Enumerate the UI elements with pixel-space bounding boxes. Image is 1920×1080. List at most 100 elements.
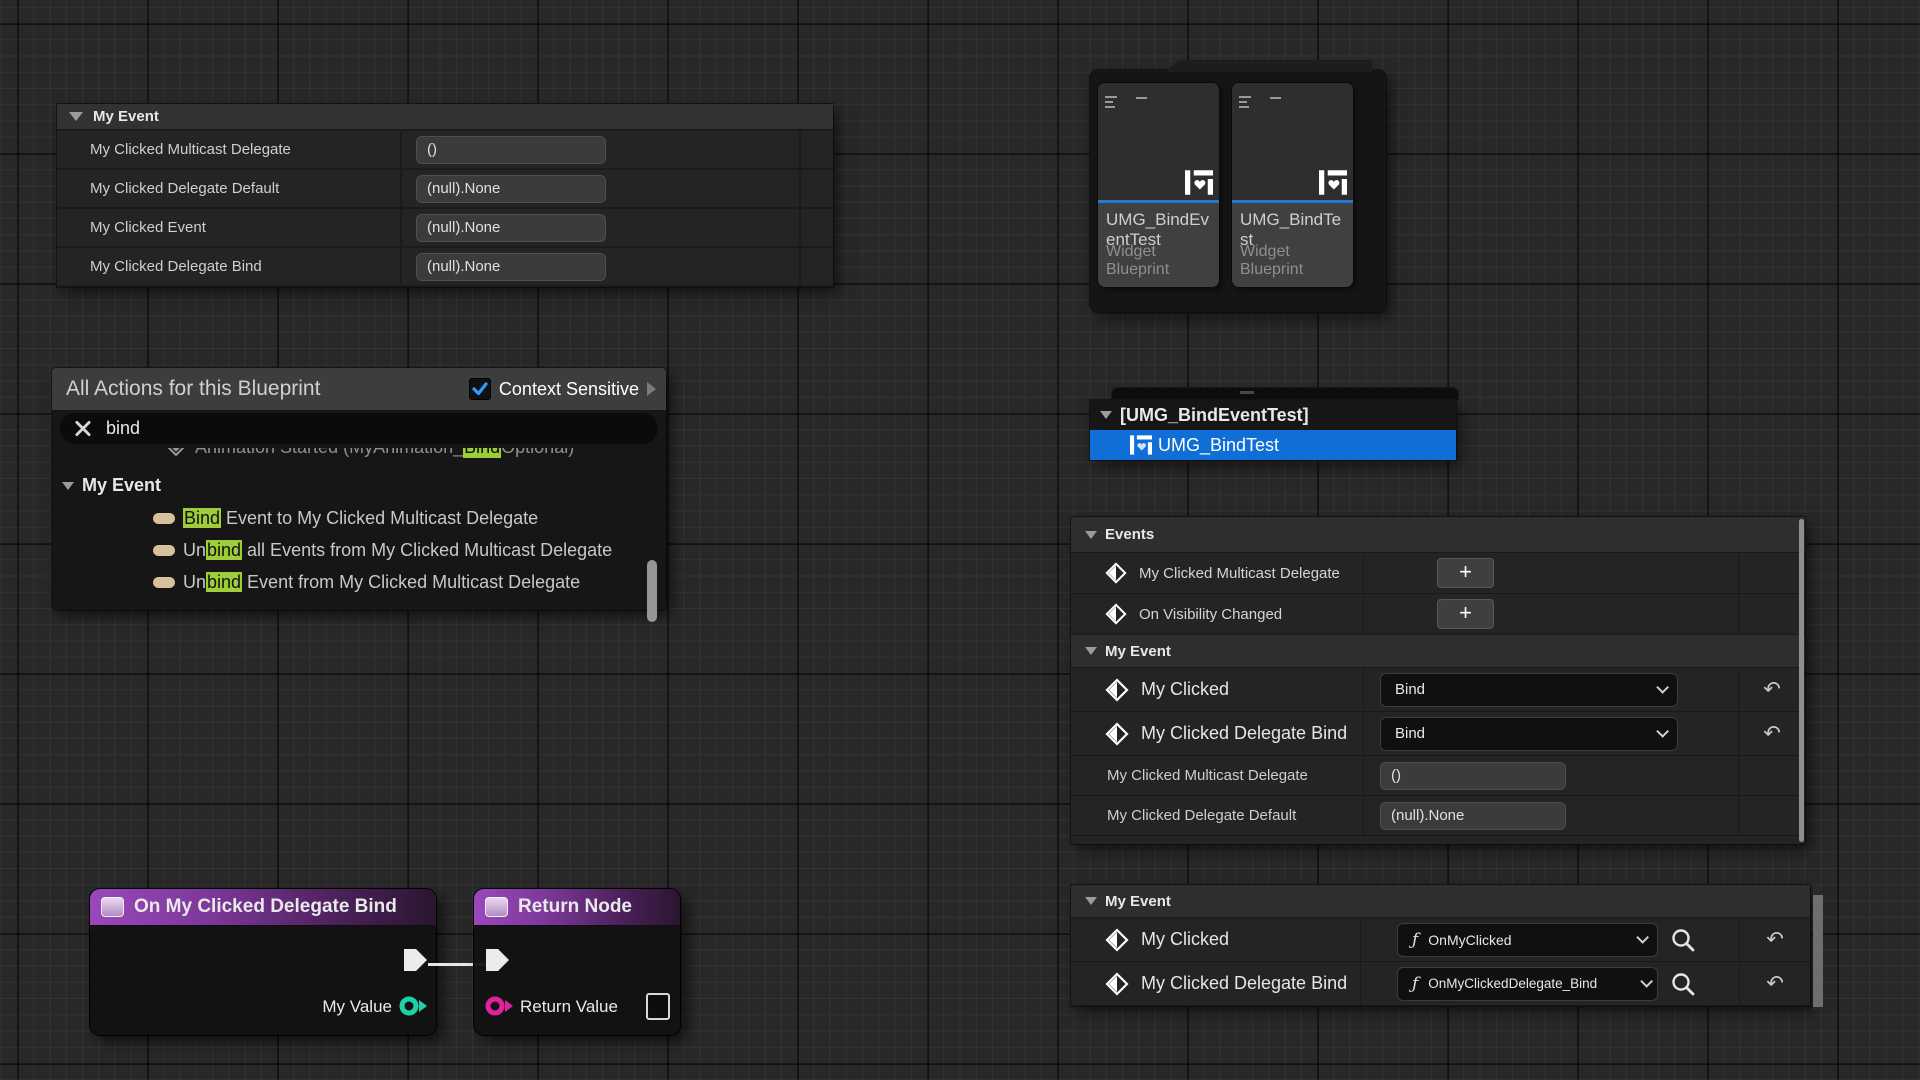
collapse-arrow-icon[interactable] bbox=[62, 482, 74, 490]
my-event-section-label: My Event bbox=[1105, 643, 1171, 660]
context-sensitive-checkbox[interactable] bbox=[469, 378, 491, 400]
action-category-header[interactable]: My Event bbox=[52, 469, 666, 502]
expander-arrow-icon[interactable] bbox=[647, 382, 656, 396]
details-scrollbar[interactable] bbox=[1799, 519, 1804, 842]
delegate-pin-icon bbox=[1105, 562, 1127, 584]
function-dropdown[interactable]: ƒ OnMyClicked bbox=[1397, 923, 1658, 957]
my-event-section-label: My Event bbox=[1105, 893, 1171, 910]
input-pin-label: Return Value bbox=[520, 997, 618, 1016]
search-match-highlight: bind bbox=[206, 540, 242, 560]
asset-card[interactable]: UMG_BindEventTest Widget Blueprint bbox=[1098, 83, 1219, 287]
asset-card[interactable]: UMG_BindTest Widget Blueprint bbox=[1232, 83, 1353, 287]
add-event-button[interactable]: + bbox=[1437, 558, 1494, 588]
scrollbar-thumb[interactable] bbox=[1813, 895, 1823, 1007]
browse-to-function-button[interactable] bbox=[1670, 927, 1696, 953]
category-header-label: My Event bbox=[93, 108, 159, 125]
function-dropdown[interactable]: ƒ OnMyClickedDelegate_Bind bbox=[1397, 967, 1658, 1001]
clear-search-icon[interactable] bbox=[74, 419, 92, 438]
value-output-pin[interactable] bbox=[398, 994, 428, 1018]
event-row: My Clicked Multicast Delegate + bbox=[1071, 553, 1805, 594]
property-row: My Clicked Delegate Bind (null).None bbox=[57, 248, 833, 287]
actions-search-bar[interactable] bbox=[60, 413, 658, 444]
add-event-button[interactable]: + bbox=[1437, 599, 1494, 629]
collapse-arrow-icon[interactable] bbox=[69, 112, 83, 121]
property-label: My Clicked Delegate Default bbox=[1071, 807, 1296, 824]
delegate-label: My Clicked Delegate Bind bbox=[1141, 973, 1347, 994]
input-pin-row: Return Value bbox=[520, 997, 618, 1017]
events-section-header[interactable]: Events bbox=[1071, 517, 1805, 553]
details-panel-events: Events My Clicked Multicast Delegate + bbox=[1071, 517, 1805, 844]
search-icon bbox=[1670, 927, 1696, 953]
bind-mode-dropdown[interactable]: Bind bbox=[1380, 717, 1678, 751]
reset-to-default-button[interactable]: ↶ bbox=[1763, 721, 1781, 746]
checkmark-icon bbox=[471, 380, 489, 398]
event-label: On Visibility Changed bbox=[1139, 606, 1282, 623]
node-header[interactable]: On My Clicked Delegate Bind bbox=[90, 889, 436, 926]
collapse-arrow-icon[interactable] bbox=[1085, 531, 1097, 539]
node-header[interactable]: Return Node bbox=[474, 889, 680, 926]
action-item-text: Animation Started (MyAnimation_ bbox=[195, 448, 463, 458]
my-event-section-header[interactable]: My Event bbox=[1071, 635, 1805, 668]
exec-input-pin[interactable] bbox=[484, 947, 510, 973]
browse-to-function-button[interactable] bbox=[1670, 971, 1696, 997]
return-value-checkbox[interactable] bbox=[646, 993, 670, 1020]
delegate-signature-icon bbox=[101, 897, 124, 917]
reset-to-default-button[interactable]: ↶ bbox=[1766, 971, 1784, 996]
tree-child-label: UMG_BindTest bbox=[1158, 435, 1279, 456]
output-pin-label: My Value bbox=[322, 997, 392, 1016]
collapse-arrow-icon[interactable] bbox=[1085, 647, 1097, 655]
details-panel-function-bindings: My Event My Clicked ƒ OnMyClicked bbox=[1071, 885, 1810, 1006]
action-item[interactable]: Unbind all Events from My Clicked Multic… bbox=[52, 534, 666, 566]
delegate-bind-row: My Clicked Bind ↶ bbox=[1071, 668, 1805, 712]
reset-to-default-button[interactable]: ↶ bbox=[1763, 677, 1781, 702]
blueprint-node-on-my-clicked-delegate-bind[interactable]: On My Clicked Delegate Bind My Value bbox=[90, 889, 436, 1035]
action-item[interactable]: Bind Event to My Clicked Multicast Deleg… bbox=[52, 502, 666, 534]
actions-scrollbar[interactable] bbox=[647, 560, 657, 622]
actions-menu-title: All Actions for this Blueprint bbox=[66, 377, 320, 401]
chevron-down-icon bbox=[1636, 931, 1649, 944]
property-label: My Clicked Multicast Delegate bbox=[1071, 767, 1308, 784]
action-item-clipped[interactable]: Animation Started (MyAnimation_BindOptio… bbox=[52, 448, 666, 469]
event-dispatcher-icon bbox=[153, 513, 175, 524]
category-header[interactable]: My Event bbox=[57, 104, 833, 131]
my-event-section-header[interactable]: My Event bbox=[1071, 885, 1810, 918]
property-value-field[interactable]: () bbox=[416, 136, 606, 164]
property-value-field[interactable]: () bbox=[1380, 762, 1566, 790]
value-input-pin[interactable] bbox=[484, 994, 514, 1018]
property-label: My Clicked Delegate Bind bbox=[57, 258, 400, 275]
tree-root-row[interactable]: [UMG_BindEventTest] bbox=[1090, 400, 1456, 430]
event-label: My Clicked Multicast Delegate bbox=[1139, 565, 1340, 582]
column-divider bbox=[799, 248, 801, 285]
property-value-field[interactable]: (null).None bbox=[1380, 802, 1566, 830]
property-row: My Clicked Multicast Delegate () bbox=[57, 131, 833, 170]
delegate-pin-icon bbox=[1105, 603, 1127, 625]
widget-blueprint-icon bbox=[1319, 170, 1347, 195]
node-title: On My Clicked Delegate Bind bbox=[134, 896, 397, 918]
exec-output-pin[interactable] bbox=[402, 947, 428, 973]
action-item[interactable]: Unbind Event from My Clicked Multicast D… bbox=[52, 566, 666, 598]
function-bind-row: My Clicked ƒ OnMyClicked ↶ bbox=[1071, 918, 1810, 962]
property-row: My Clicked Delegate Default (null).None bbox=[57, 170, 833, 209]
context-sensitive-label: Context Sensitive bbox=[499, 379, 639, 400]
event-row: On Visibility Changed + bbox=[1071, 594, 1805, 635]
delegate-pin-icon bbox=[1105, 972, 1129, 996]
widget-blueprint-icon bbox=[1185, 170, 1213, 195]
collapse-arrow-icon[interactable] bbox=[1085, 897, 1097, 905]
tree-child-row-selected[interactable]: UMG_BindTest bbox=[1090, 430, 1456, 460]
content-browser-tab[interactable] bbox=[1165, 60, 1372, 72]
bind-mode-dropdown[interactable]: Bind bbox=[1380, 673, 1678, 707]
property-value-field[interactable]: (null).None bbox=[416, 253, 606, 281]
blueprint-node-return-node[interactable]: Return Node Return Value bbox=[474, 889, 680, 1035]
output-pin-row: My Value bbox=[322, 997, 392, 1017]
actions-menu-header: All Actions for this Blueprint Context S… bbox=[52, 368, 666, 410]
event-dispatcher-icon bbox=[153, 545, 175, 556]
delegate-label: My Clicked bbox=[1141, 929, 1229, 950]
collapse-arrow-icon[interactable] bbox=[1100, 411, 1112, 419]
property-value-field[interactable]: (null).None bbox=[416, 214, 606, 242]
property-value-field[interactable]: (null).None bbox=[416, 175, 606, 203]
search-input[interactable] bbox=[106, 418, 644, 439]
node-title: Return Node bbox=[518, 896, 632, 918]
blueprint-editor-viewport: My Event My Clicked Multicast Delegate (… bbox=[0, 0, 1920, 1080]
reset-to-default-button[interactable]: ↶ bbox=[1766, 927, 1784, 952]
search-match-highlight: Bind bbox=[463, 448, 501, 458]
